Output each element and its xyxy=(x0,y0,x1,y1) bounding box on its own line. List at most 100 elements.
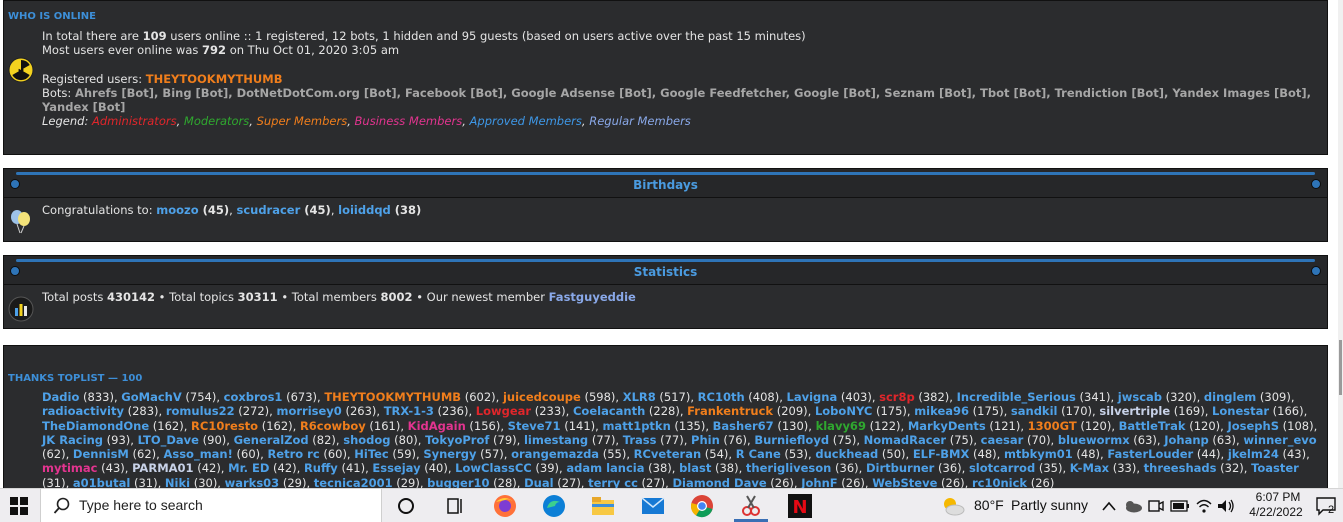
thanks-user-link[interactable]: silvertriple xyxy=(1099,404,1170,418)
legend-item[interactable]: Regular Members xyxy=(589,114,691,128)
legend-item[interactable]: Administrators xyxy=(92,114,177,128)
thanks-user-link[interactable]: JosephS xyxy=(1227,419,1279,433)
thanks-user-link[interactable]: winner_evo xyxy=(1243,433,1316,447)
thanks-user-link[interactable]: Synergy xyxy=(423,447,476,461)
legend-item[interactable]: Moderators xyxy=(184,114,249,128)
thanks-user-link[interactable]: FasterLouder xyxy=(1107,447,1193,461)
meet-now-icon[interactable] xyxy=(1143,493,1169,519)
thanks-user-link[interactable]: KidAgain xyxy=(408,419,466,433)
thanks-user-link[interactable]: Burniefloyd xyxy=(754,433,829,447)
thanks-user-link[interactable]: jkelm24 xyxy=(1228,447,1279,461)
thanks-user-link[interactable]: NomadRacer xyxy=(864,433,946,447)
thanks-user-link[interactable]: Toaster xyxy=(1251,461,1299,475)
thanks-user-link[interactable]: ELF-BMX xyxy=(913,447,970,461)
thanks-user-link[interactable]: TRX-1-3 xyxy=(384,404,434,418)
thanks-user-link[interactable]: R Cane xyxy=(736,447,781,461)
thanks-user-link[interactable]: Dual xyxy=(524,476,553,488)
thanks-user-link[interactable]: THEYTOOKMYTHUMB xyxy=(324,390,461,404)
thanks-user-link[interactable]: XLR8 xyxy=(623,390,656,404)
thanks-user-link[interactable]: rc10nick xyxy=(972,476,1027,488)
windows-start-icon[interactable] xyxy=(6,493,32,519)
thanks-user-link[interactable]: RCveteran xyxy=(634,447,702,461)
thanks-user-link[interactable]: blast xyxy=(679,461,711,475)
thanks-user-link[interactable]: Lowgear xyxy=(476,404,531,418)
thanks-user-link[interactable]: bugger10 xyxy=(427,476,489,488)
volume-icon[interactable] xyxy=(1213,493,1239,519)
thanks-user-link[interactable]: dinglem xyxy=(1204,390,1256,404)
thanks-user-link[interactable]: mytimac xyxy=(42,461,97,475)
thanks-user-link[interactable]: K-Max xyxy=(1070,461,1109,475)
thanks-user-link[interactable]: scr8p xyxy=(879,390,915,404)
thanks-user-link[interactable]: Retro rc xyxy=(267,447,319,461)
mail-icon[interactable] xyxy=(640,493,666,519)
thanks-user-link[interactable]: HiTec xyxy=(354,447,389,461)
thanks-user-link[interactable]: Basher67 xyxy=(713,419,774,433)
page-scrollbar[interactable] xyxy=(1338,0,1343,488)
thanks-user-link[interactable]: morrisey0 xyxy=(276,404,341,418)
thanks-user-link[interactable]: Johanp xyxy=(1164,433,1209,447)
thanks-user-link[interactable]: LTO_Dave xyxy=(138,433,199,447)
thanks-user-link[interactable]: duckhead xyxy=(815,447,878,461)
thanks-user-link[interactable]: orangemazda xyxy=(511,447,599,461)
thanks-user-link[interactable]: PARMA01 xyxy=(132,461,193,475)
thanks-user-link[interactable]: TheDiamondOne xyxy=(42,419,149,433)
weather-description[interactable]: Partly sunny xyxy=(1011,497,1088,513)
thanks-user-link[interactable]: klavy69 xyxy=(816,419,866,433)
thanks-user-link[interactable]: Coelacanth xyxy=(573,404,645,418)
thanks-user-link[interactable]: juicedcoupe xyxy=(503,390,581,404)
thanks-user-link[interactable]: Mr. ED xyxy=(228,461,269,475)
thanks-user-link[interactable]: radioactivity xyxy=(42,404,124,418)
thanks-user-link[interactable]: caesar xyxy=(981,433,1024,447)
thanks-user-link[interactable]: 1300GT xyxy=(1028,419,1077,433)
thanks-user-link[interactable]: bluewormx xyxy=(1058,433,1130,447)
thanks-user-link[interactable]: Niki xyxy=(165,476,190,488)
notification-icon[interactable] xyxy=(1313,493,1339,519)
thanks-user-link[interactable]: MarkyDents xyxy=(908,419,986,433)
thanks-user-link[interactable]: DennisM xyxy=(73,447,129,461)
thanks-user-link[interactable]: Trass xyxy=(623,433,657,447)
thanks-user-link[interactable]: GeneralZod xyxy=(234,433,309,447)
thanks-user-link[interactable]: romulus22 xyxy=(166,404,235,418)
thanks-user-link[interactable]: Steve71 xyxy=(508,419,561,433)
weather-temp[interactable]: 80°F xyxy=(974,497,1004,513)
edge-icon[interactable] xyxy=(541,493,567,519)
registered-user-link[interactable]: THEYTOOKMYTHUMB xyxy=(146,72,283,86)
thanks-user-link[interactable]: tecnica2001 xyxy=(314,476,393,488)
thanks-user-link[interactable]: R6cowboy xyxy=(300,419,366,433)
thanks-user-link[interactable]: shodog xyxy=(343,433,390,447)
thanks-user-link[interactable]: threeshads xyxy=(1144,461,1217,475)
thanks-user-link[interactable]: LoboNYC xyxy=(815,404,872,418)
file-explorer-icon[interactable] xyxy=(590,493,616,519)
snip-tool-icon[interactable] xyxy=(738,493,764,519)
chrome-icon[interactable] xyxy=(689,493,715,519)
birthday-user-link[interactable]: scudracer xyxy=(236,203,300,217)
thanks-user-link[interactable]: coxbros1 xyxy=(224,390,283,404)
thanks-user-link[interactable]: JohnF xyxy=(801,476,837,488)
thanks-user-link[interactable]: Lonestar xyxy=(1212,404,1269,418)
thanks-user-link[interactable]: TokyoProf xyxy=(425,433,489,447)
legend-item[interactable]: Approved Members xyxy=(470,114,582,128)
thanks-user-link[interactable]: RC10th xyxy=(698,390,745,404)
thanks-user-link[interactable]: terry cc xyxy=(588,476,638,488)
thanks-user-link[interactable]: mikea96 xyxy=(914,404,969,418)
clock-time[interactable]: 6:07 PM xyxy=(1250,490,1306,504)
thanks-user-link[interactable]: slotcarrod xyxy=(969,461,1035,475)
thanks-user-link[interactable]: Frankentruck xyxy=(687,404,773,418)
birthday-user-link[interactable]: loiiddqd xyxy=(338,203,391,217)
netflix-icon[interactable]: N xyxy=(787,493,813,519)
thanks-user-link[interactable]: WebSteve xyxy=(872,476,937,488)
legend-item[interactable]: Super Members xyxy=(257,114,348,128)
thanks-user-link[interactable]: Phin xyxy=(691,433,720,447)
birthday-user-link[interactable]: moozo xyxy=(156,203,198,217)
thanks-user-link[interactable]: Essejay xyxy=(372,461,420,475)
thanks-user-link[interactable]: warks03 xyxy=(225,476,280,488)
thanks-user-link[interactable]: LowClassCC xyxy=(455,461,532,475)
taskbar-search-box[interactable]: Type here to search xyxy=(40,489,382,522)
thanks-user-link[interactable]: Dadio xyxy=(42,390,79,404)
thanks-user-link[interactable]: RC10resto xyxy=(191,419,258,433)
thanks-user-link[interactable]: BattleTrak xyxy=(1119,419,1186,433)
thanks-user-link[interactable]: Lavigna xyxy=(787,390,838,404)
thanks-user-link[interactable]: therigliveson xyxy=(746,461,831,475)
scrollbar-thumb[interactable] xyxy=(1339,340,1342,395)
who-is-online-heading[interactable]: WHO IS ONLINE xyxy=(8,11,96,22)
